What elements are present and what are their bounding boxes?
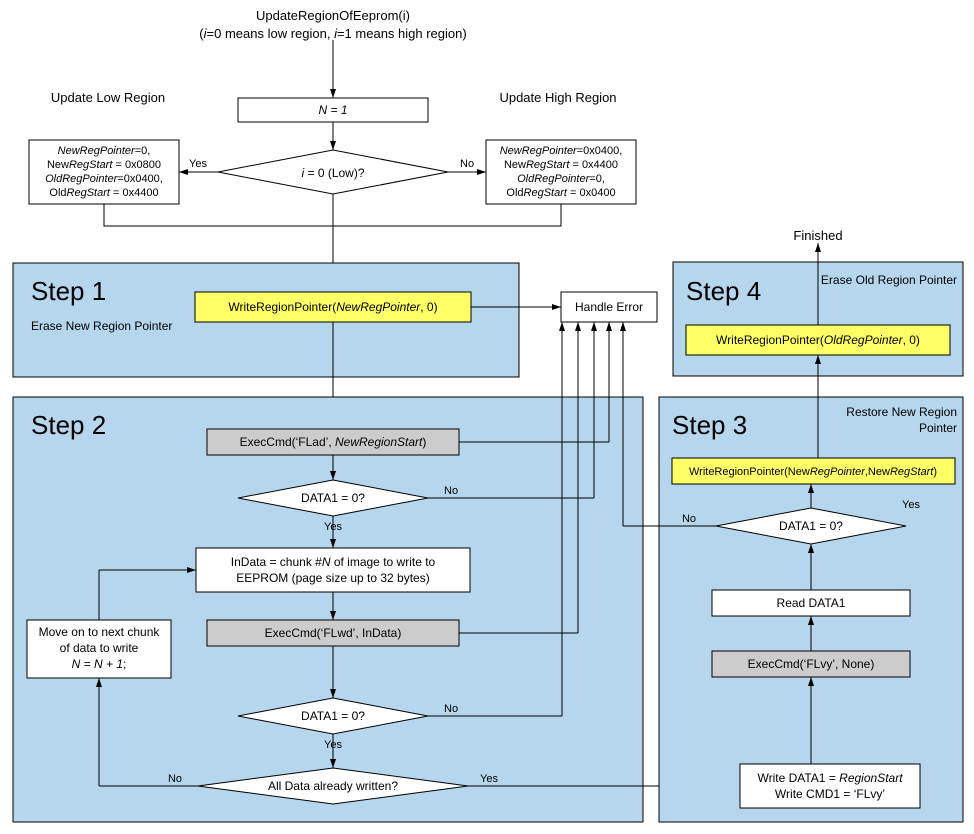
step4-sub: Erase Old Region Pointer: [821, 273, 957, 287]
svg-text:ExecCmd(‘FLwd’, InData): ExecCmd(‘FLwd’, InData): [265, 626, 402, 640]
svg-text:Read DATA1: Read DATA1: [777, 596, 846, 610]
step4-title: Step 4: [686, 276, 761, 306]
title-line1: UpdateRegionOfEeprom(i): [256, 8, 410, 23]
svg-text:of data to write: of data to write: [60, 641, 139, 655]
svg-text:NewRegStart = 0x0800: NewRegStart = 0x0800: [47, 159, 161, 171]
svg-text:OldRegStart = 0x0400: OldRegStart = 0x0400: [506, 187, 615, 199]
step3-title: Step 3: [672, 410, 747, 440]
svg-text:Yes: Yes: [480, 773, 498, 785]
svg-text:InData = chunk #N of image to: InData = chunk #N of image to write to: [231, 555, 436, 569]
svg-text:i = 0 (Low)?: i = 0 (Low)?: [301, 166, 364, 180]
svg-text:(i=0 means low region, i=1 mea: (i=0 means low region, i=1 means high re…: [199, 26, 466, 41]
svg-text:Handle Error: Handle Error: [575, 300, 643, 314]
step1-sub: Erase New Region Pointer: [31, 319, 172, 333]
svg-text:No: No: [444, 703, 458, 715]
svg-text:WriteRegionPointer(NewRegPoint: WriteRegionPointer(NewRegPointer, 0): [228, 300, 437, 314]
svg-text:N = N + 1;: N = N + 1;: [72, 657, 127, 671]
svg-text:Move on to next chunk: Move on to next chunk: [39, 625, 161, 639]
svg-text:OldRegStart = 0x4400: OldRegStart = 0x4400: [49, 187, 158, 199]
svg-text:No: No: [168, 773, 182, 785]
step3-sub1: Restore New Region: [846, 405, 957, 419]
svg-text:Yes: Yes: [902, 499, 920, 511]
svg-text:DATA1 = 0?: DATA1 = 0?: [301, 709, 365, 723]
svg-text:Write DATA1 = RegionStart: Write DATA1 = RegionStart: [757, 771, 903, 785]
svg-text:Write CMD1 = ‘FLvy’: Write CMD1 = ‘FLvy’: [775, 787, 885, 801]
svg-text:OldRegPointer=0,: OldRegPointer=0,: [517, 173, 605, 185]
svg-text:NewRegStart = 0x4400: NewRegStart = 0x4400: [504, 159, 618, 171]
svg-text:No: No: [460, 158, 474, 170]
svg-text:Yes: Yes: [189, 158, 207, 170]
svg-text:DATA1 = 0?: DATA1 = 0?: [779, 519, 843, 533]
step3-sub2: Pointer: [919, 421, 957, 435]
svg-text:WriteRegionPointer(OldRegPoint: WriteRegionPointer(OldRegPointer, 0): [716, 333, 920, 347]
step1-title: Step 1: [31, 276, 106, 306]
update-low-label: Update Low Region: [51, 90, 165, 105]
step2-panel: [13, 397, 643, 822]
svg-text:NewRegPointer=0x0400,: NewRegPointer=0x0400,: [500, 145, 623, 157]
svg-text:WriteRegionPointer(NewRegPoint: WriteRegionPointer(NewRegPointer,NewRegS…: [689, 466, 937, 478]
svg-text:NewRegPointer=0,: NewRegPointer=0,: [58, 145, 151, 157]
svg-text:N = 1: N = 1: [318, 103, 347, 117]
svg-text:EEPROM (page size up to 32 byt: EEPROM (page size up to 32 bytes): [236, 571, 429, 585]
finished-label: Finished: [793, 228, 842, 243]
svg-text:No: No: [682, 513, 696, 525]
svg-text:No: No: [444, 485, 458, 497]
svg-text:OldRegPointer=0x0400,: OldRegPointer=0x0400,: [45, 173, 163, 185]
update-high-label: Update High Region: [499, 90, 616, 105]
svg-text:ExecCmd(‘FLad’, NewRegionStart: ExecCmd(‘FLad’, NewRegionStart): [240, 435, 427, 449]
step2-title: Step 2: [31, 410, 106, 440]
flowchart: UpdateRegionOfEeprom(i) (i=0 means low r…: [0, 0, 974, 834]
svg-text:All Data already written?: All Data already written?: [268, 779, 398, 793]
svg-text:DATA1 = 0?: DATA1 = 0?: [301, 491, 365, 505]
svg-text:ExecCmd(‘FLvy’, None): ExecCmd(‘FLvy’, None): [748, 657, 875, 671]
